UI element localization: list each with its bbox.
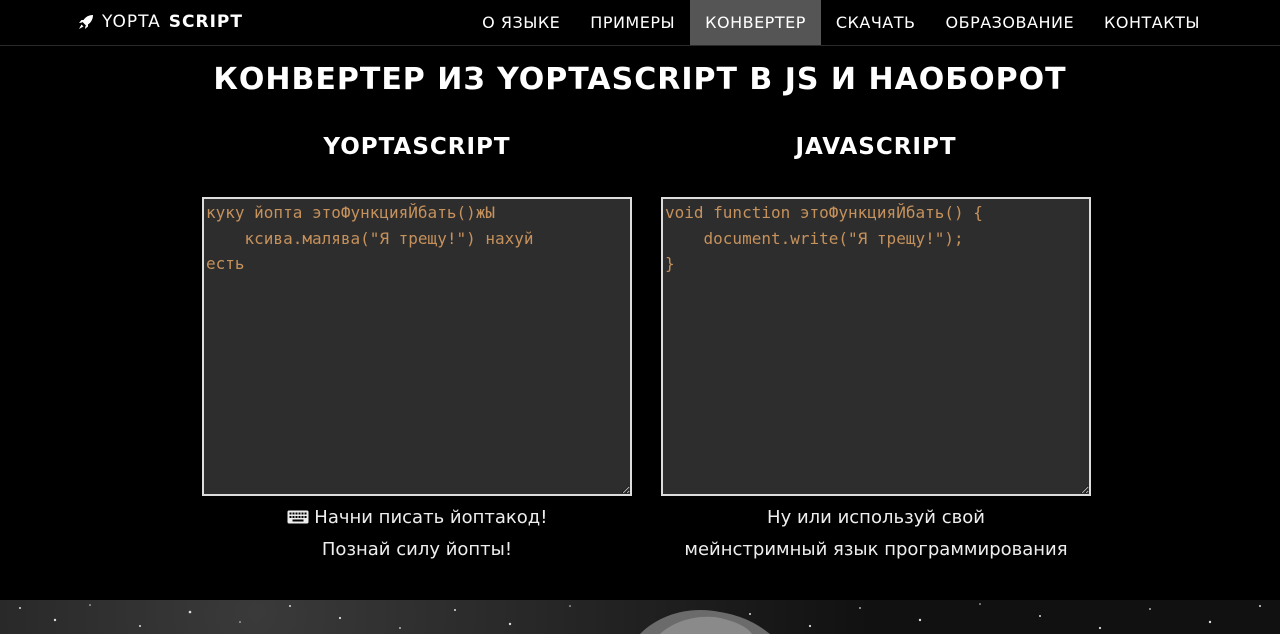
yoptascript-heading: YOPTASCRIPT [323, 134, 511, 160]
page-title: КОНВЕРТЕР ИЗ YOPTASCRIPT В JS И НАОБОРОТ [213, 62, 1067, 97]
nav-item-about[interactable]: О ЯЗЫКЕ [467, 0, 575, 45]
javascript-heading: JAVASCRIPT [795, 134, 957, 160]
javascript-editor[interactable] [661, 197, 1091, 496]
javascript-caption-line2: мейнстримный язык программирования [684, 539, 1068, 560]
yoptascript-caption-line2: Познай силу йопты! [321, 539, 513, 560]
brand-text-bold: SCRIPT [168, 12, 243, 32]
brand-logo-link[interactable]: YOPTA SCRIPT [78, 0, 243, 44]
javascript-caption: Ну или используй свой мейнстримный язык … [661, 502, 1091, 566]
javascript-caption-line1: Ну или используй свой [767, 507, 985, 528]
rocket-icon [78, 14, 94, 30]
brand-text-light: YOPTA [102, 12, 161, 32]
nav-item-download[interactable]: СКАЧАТЬ [821, 0, 931, 45]
starfield-background [0, 600, 1280, 634]
nav-item-contacts[interactable]: КОНТАКТЫ [1089, 0, 1215, 45]
main-nav: О ЯЗЫКЕ ПРИМЕРЫ КОНВЕРТЕР СКАЧАТЬ ОБРАЗО… [467, 0, 1215, 45]
keyboard-icon [287, 503, 309, 524]
yoptascript-caption-line1: Начни писать йоптакод! [314, 507, 548, 528]
yoptascript-editor[interactable] [202, 197, 632, 496]
nav-item-examples[interactable]: ПРИМЕРЫ [575, 0, 690, 45]
stars-decoration [19, 603, 1261, 634]
navbar: YOPTA SCRIPT О ЯЗЫКЕ ПРИМЕРЫ КОНВЕРТЕР С… [0, 0, 1280, 46]
nav-item-education[interactable]: ОБРАЗОВАНИЕ [931, 0, 1090, 45]
nav-item-converter[interactable]: КОНВЕРТЕР [690, 0, 821, 45]
yoptascript-caption: Начни писать йоптакод! Познай силу йопты… [202, 502, 632, 566]
